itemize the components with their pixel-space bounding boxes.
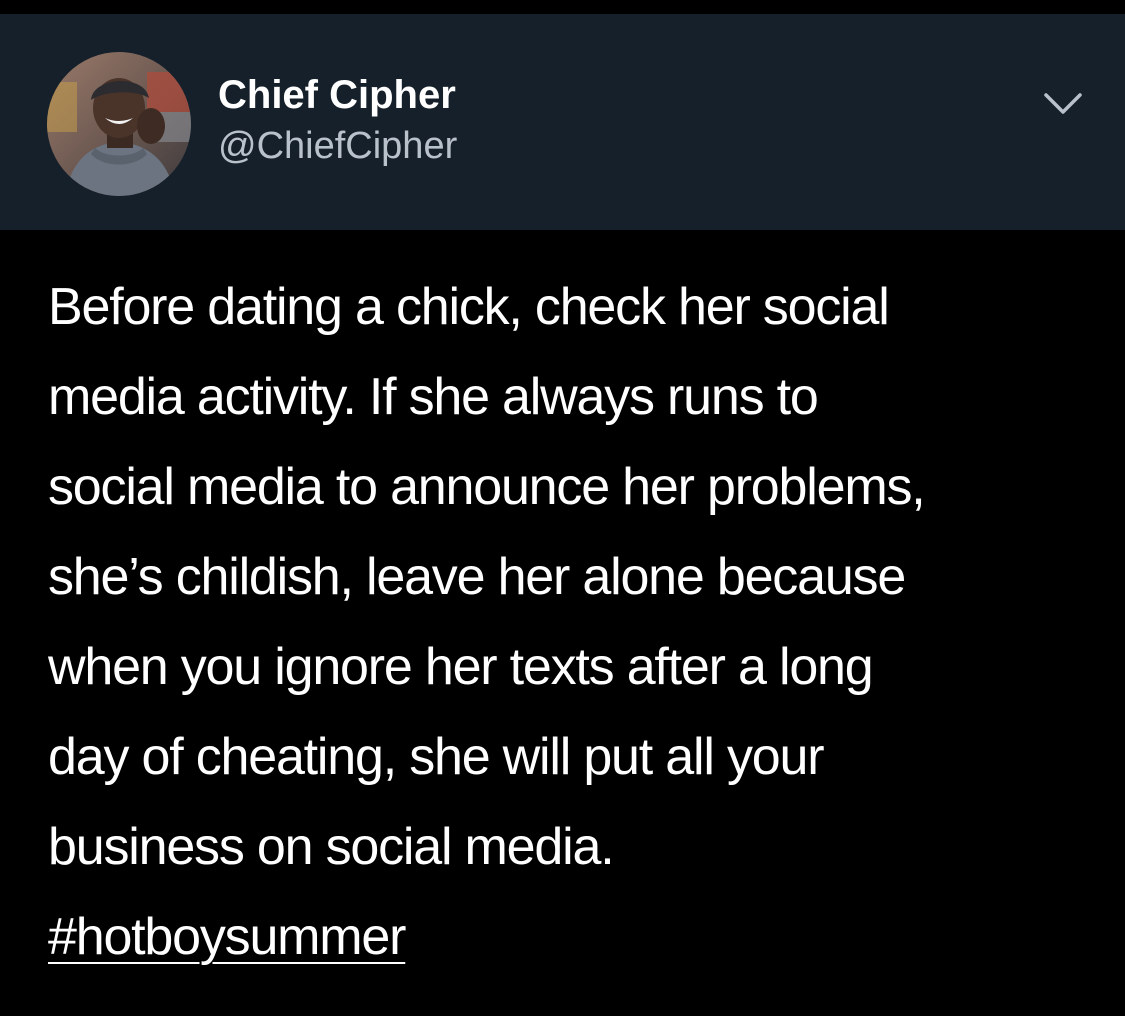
profile-photo-icon [47,52,191,196]
hashtag-line: #hotboysummer [48,892,1098,982]
tweet-text-line: when you ignore her texts after a long [48,638,874,696]
tweet-header: Chief Cipher @ChiefCipher [0,14,1125,230]
status-bar-strip [0,0,1125,14]
tweet-menu-button[interactable] [1040,86,1086,120]
tweet-text-line: social media to announce her problems, [48,458,926,516]
chevron-down-icon [1044,93,1082,114]
tweet-text-line: media activity. If she always runs to [48,368,819,426]
tweet-text-line: Before dating a chick, check her social [48,278,890,336]
tweet-screenshot: Chief Cipher @ChiefCipher Before dating … [0,0,1125,1016]
tweet-text-line: she’s childish, leave her alone because [48,548,906,606]
tweet-text: Before dating a chick, check her social … [48,262,1098,982]
tweet-text-line: business on social media. [48,818,615,876]
user-handle[interactable]: @ChiefCipher [218,124,457,168]
hashtag-link[interactable]: #hotboysummer [48,908,406,966]
avatar[interactable] [47,52,191,196]
tweet-text-line: day of cheating, she will put all your [48,728,825,786]
display-name[interactable]: Chief Cipher [218,72,456,118]
